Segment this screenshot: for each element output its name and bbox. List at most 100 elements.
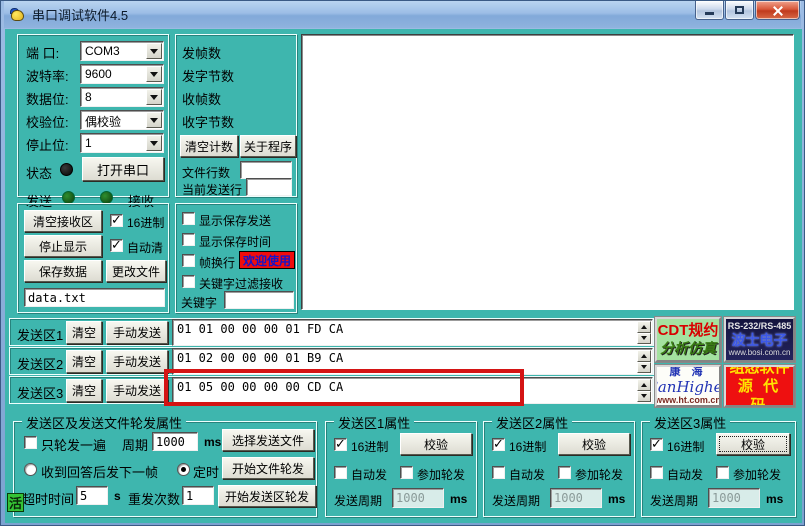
ime-badge[interactable]: 活 xyxy=(7,493,24,512)
app-icon xyxy=(10,7,26,23)
timeout-field[interactable] xyxy=(76,486,108,505)
scrollbar[interactable] xyxy=(637,321,651,344)
zone2-hex-label: 16进制 xyxy=(509,440,547,454)
zone1-verify-button[interactable]: 校验 xyxy=(400,433,472,455)
retry-label: 重发次数 xyxy=(128,492,181,507)
keyword-label: 关键字 xyxy=(181,296,218,310)
client-area: 端 口: COM3 波特率: 9600 数据位: 8 校验位: 偶校验 停止位: xyxy=(5,29,802,523)
zone2-join-checkbox[interactable] xyxy=(558,466,571,479)
answer-next-radio[interactable] xyxy=(24,463,37,476)
rx-bytes-label: 收字节数 xyxy=(182,115,235,130)
zone2-verify-button[interactable]: 校验 xyxy=(558,433,630,455)
file-lines-field[interactable] xyxy=(240,161,292,179)
auto-clear-label: 自动清 xyxy=(127,241,164,255)
frame-newline-checkbox[interactable] xyxy=(182,254,195,267)
timer-label: 定时 xyxy=(193,465,220,480)
current-line-field[interactable] xyxy=(246,178,292,196)
bosi-ad-banner[interactable]: RS-232/RS-485 波士电子 www.bosi.com.cn xyxy=(724,317,795,362)
file-lines-label: 文件行数 xyxy=(182,166,231,180)
keyword-filter-label: 关键字过滤接收 xyxy=(199,277,284,291)
zone3-verify-button[interactable]: 校验 xyxy=(716,433,790,455)
save-filename-field[interactable] xyxy=(24,288,165,307)
zone2-auto-checkbox[interactable] xyxy=(492,466,505,479)
zone1-period-unit: ms xyxy=(450,492,468,506)
about-button[interactable]: 关于程序 xyxy=(240,135,296,157)
stopbits-select[interactable]: 1 xyxy=(80,133,164,153)
send-zone3-clear-button[interactable]: 清空 xyxy=(66,379,102,402)
hex-display-label: 16进制 xyxy=(127,216,165,230)
timer-radio[interactable] xyxy=(177,463,190,476)
zone2-props-title: 发送区2属性 xyxy=(492,413,573,432)
zutai-ad-banner[interactable]: 组态软件 源 代 码 xyxy=(724,365,795,407)
chevron-down-icon[interactable] xyxy=(146,112,162,128)
scrollbar[interactable] xyxy=(637,379,651,402)
stop-display-button[interactable]: 停止显示 xyxy=(24,235,102,257)
select-send-file-button[interactable]: 选择发送文件 xyxy=(222,429,314,451)
minimize-button[interactable] xyxy=(695,1,724,20)
send-zone1-clear-button[interactable]: 清空 xyxy=(66,321,102,344)
cdt-ad-banner[interactable]: CDT规约 分析仿真 xyxy=(655,317,721,362)
zone1-join-checkbox[interactable] xyxy=(400,466,413,479)
auto-clear-checkbox[interactable] xyxy=(110,237,123,253)
clear-receive-button[interactable]: 清空接收区 xyxy=(24,210,102,232)
period-label: 周期 xyxy=(122,438,149,453)
zone3-hex-label: 16进制 xyxy=(667,440,705,454)
start-file-cycle-button[interactable]: 开始文件轮发 xyxy=(222,457,314,479)
send-zone1-manual-button[interactable]: 手动发送 xyxy=(106,321,168,344)
zone3-auto-label: 自动发 xyxy=(667,468,704,482)
scroll-down-icon[interactable] xyxy=(637,332,651,344)
keyword-filter-checkbox[interactable] xyxy=(182,275,195,288)
open-port-button[interactable]: 打开串口 xyxy=(82,157,164,181)
clear-count-button[interactable]: 清空计数 xyxy=(180,135,238,157)
scroll-up-icon[interactable] xyxy=(637,350,651,362)
zone3-hex-checkbox[interactable] xyxy=(650,436,663,452)
title-bar[interactable]: 串口调试软件4.5 xyxy=(4,1,801,28)
databits-select[interactable]: 8 xyxy=(80,87,164,107)
period-field[interactable] xyxy=(152,432,198,451)
start-zone-cycle-button[interactable]: 开始发送区轮发 xyxy=(218,485,316,507)
maximize-button[interactable] xyxy=(725,1,754,20)
zone2-hex-checkbox[interactable] xyxy=(492,436,505,452)
change-file-button[interactable]: 更改文件 xyxy=(106,260,166,282)
send-once-checkbox[interactable] xyxy=(24,436,37,449)
send-zone1-label: 发送区1 xyxy=(17,328,64,343)
send-zone3-manual-button[interactable]: 手动发送 xyxy=(106,379,168,402)
scroll-down-icon[interactable] xyxy=(637,361,651,373)
chevron-down-icon[interactable] xyxy=(146,43,162,59)
zone3-join-checkbox[interactable] xyxy=(716,466,729,479)
chevron-down-icon[interactable] xyxy=(146,135,162,151)
parity-select[interactable]: 偶校验 xyxy=(80,110,164,130)
zone3-period-unit: ms xyxy=(766,492,784,506)
show-save-time-label: 显示保存时间 xyxy=(199,235,272,249)
show-save-time-checkbox[interactable] xyxy=(182,233,195,246)
show-save-send-checkbox[interactable] xyxy=(182,212,195,225)
zone1-auto-checkbox[interactable] xyxy=(334,466,347,479)
send-zone2-clear-button[interactable]: 清空 xyxy=(66,350,102,373)
scroll-down-icon[interactable] xyxy=(637,390,651,402)
send-zone1-data-field[interactable]: 01 01 00 00 00 01 FD CA xyxy=(172,319,653,346)
send-zone2-manual-button[interactable]: 手动发送 xyxy=(106,350,168,373)
zone2-join-label: 参加轮发 xyxy=(575,468,624,482)
port-select[interactable]: COM3 xyxy=(80,41,164,61)
hex-display-checkbox[interactable] xyxy=(110,212,123,228)
scroll-up-icon[interactable] xyxy=(637,379,651,391)
zone1-hex-checkbox[interactable] xyxy=(334,436,347,452)
answer-next-label: 收到回答后发下一帧 xyxy=(41,465,159,480)
maximize-icon xyxy=(735,6,744,14)
canhigher-ad-banner[interactable]: 康 海 CanHigher www.ht.com.cn xyxy=(655,365,721,407)
baud-select[interactable]: 9600 xyxy=(80,64,164,84)
keyword-field[interactable] xyxy=(224,291,294,309)
welcome-badge: 欢迎使用 xyxy=(239,251,295,269)
scroll-up-icon[interactable] xyxy=(637,321,651,333)
close-button[interactable] xyxy=(755,1,800,20)
status-led xyxy=(60,163,73,176)
receive-display[interactable] xyxy=(301,34,794,310)
retry-field[interactable] xyxy=(182,486,214,505)
zone3-auto-checkbox[interactable] xyxy=(650,466,663,479)
scrollbar[interactable] xyxy=(637,350,651,373)
chevron-down-icon[interactable] xyxy=(146,66,162,82)
send-zone3-label: 发送区3 xyxy=(17,386,64,401)
zone1-hex-label: 16进制 xyxy=(351,440,389,454)
chevron-down-icon[interactable] xyxy=(146,89,162,105)
save-data-button[interactable]: 保存数据 xyxy=(24,260,102,282)
